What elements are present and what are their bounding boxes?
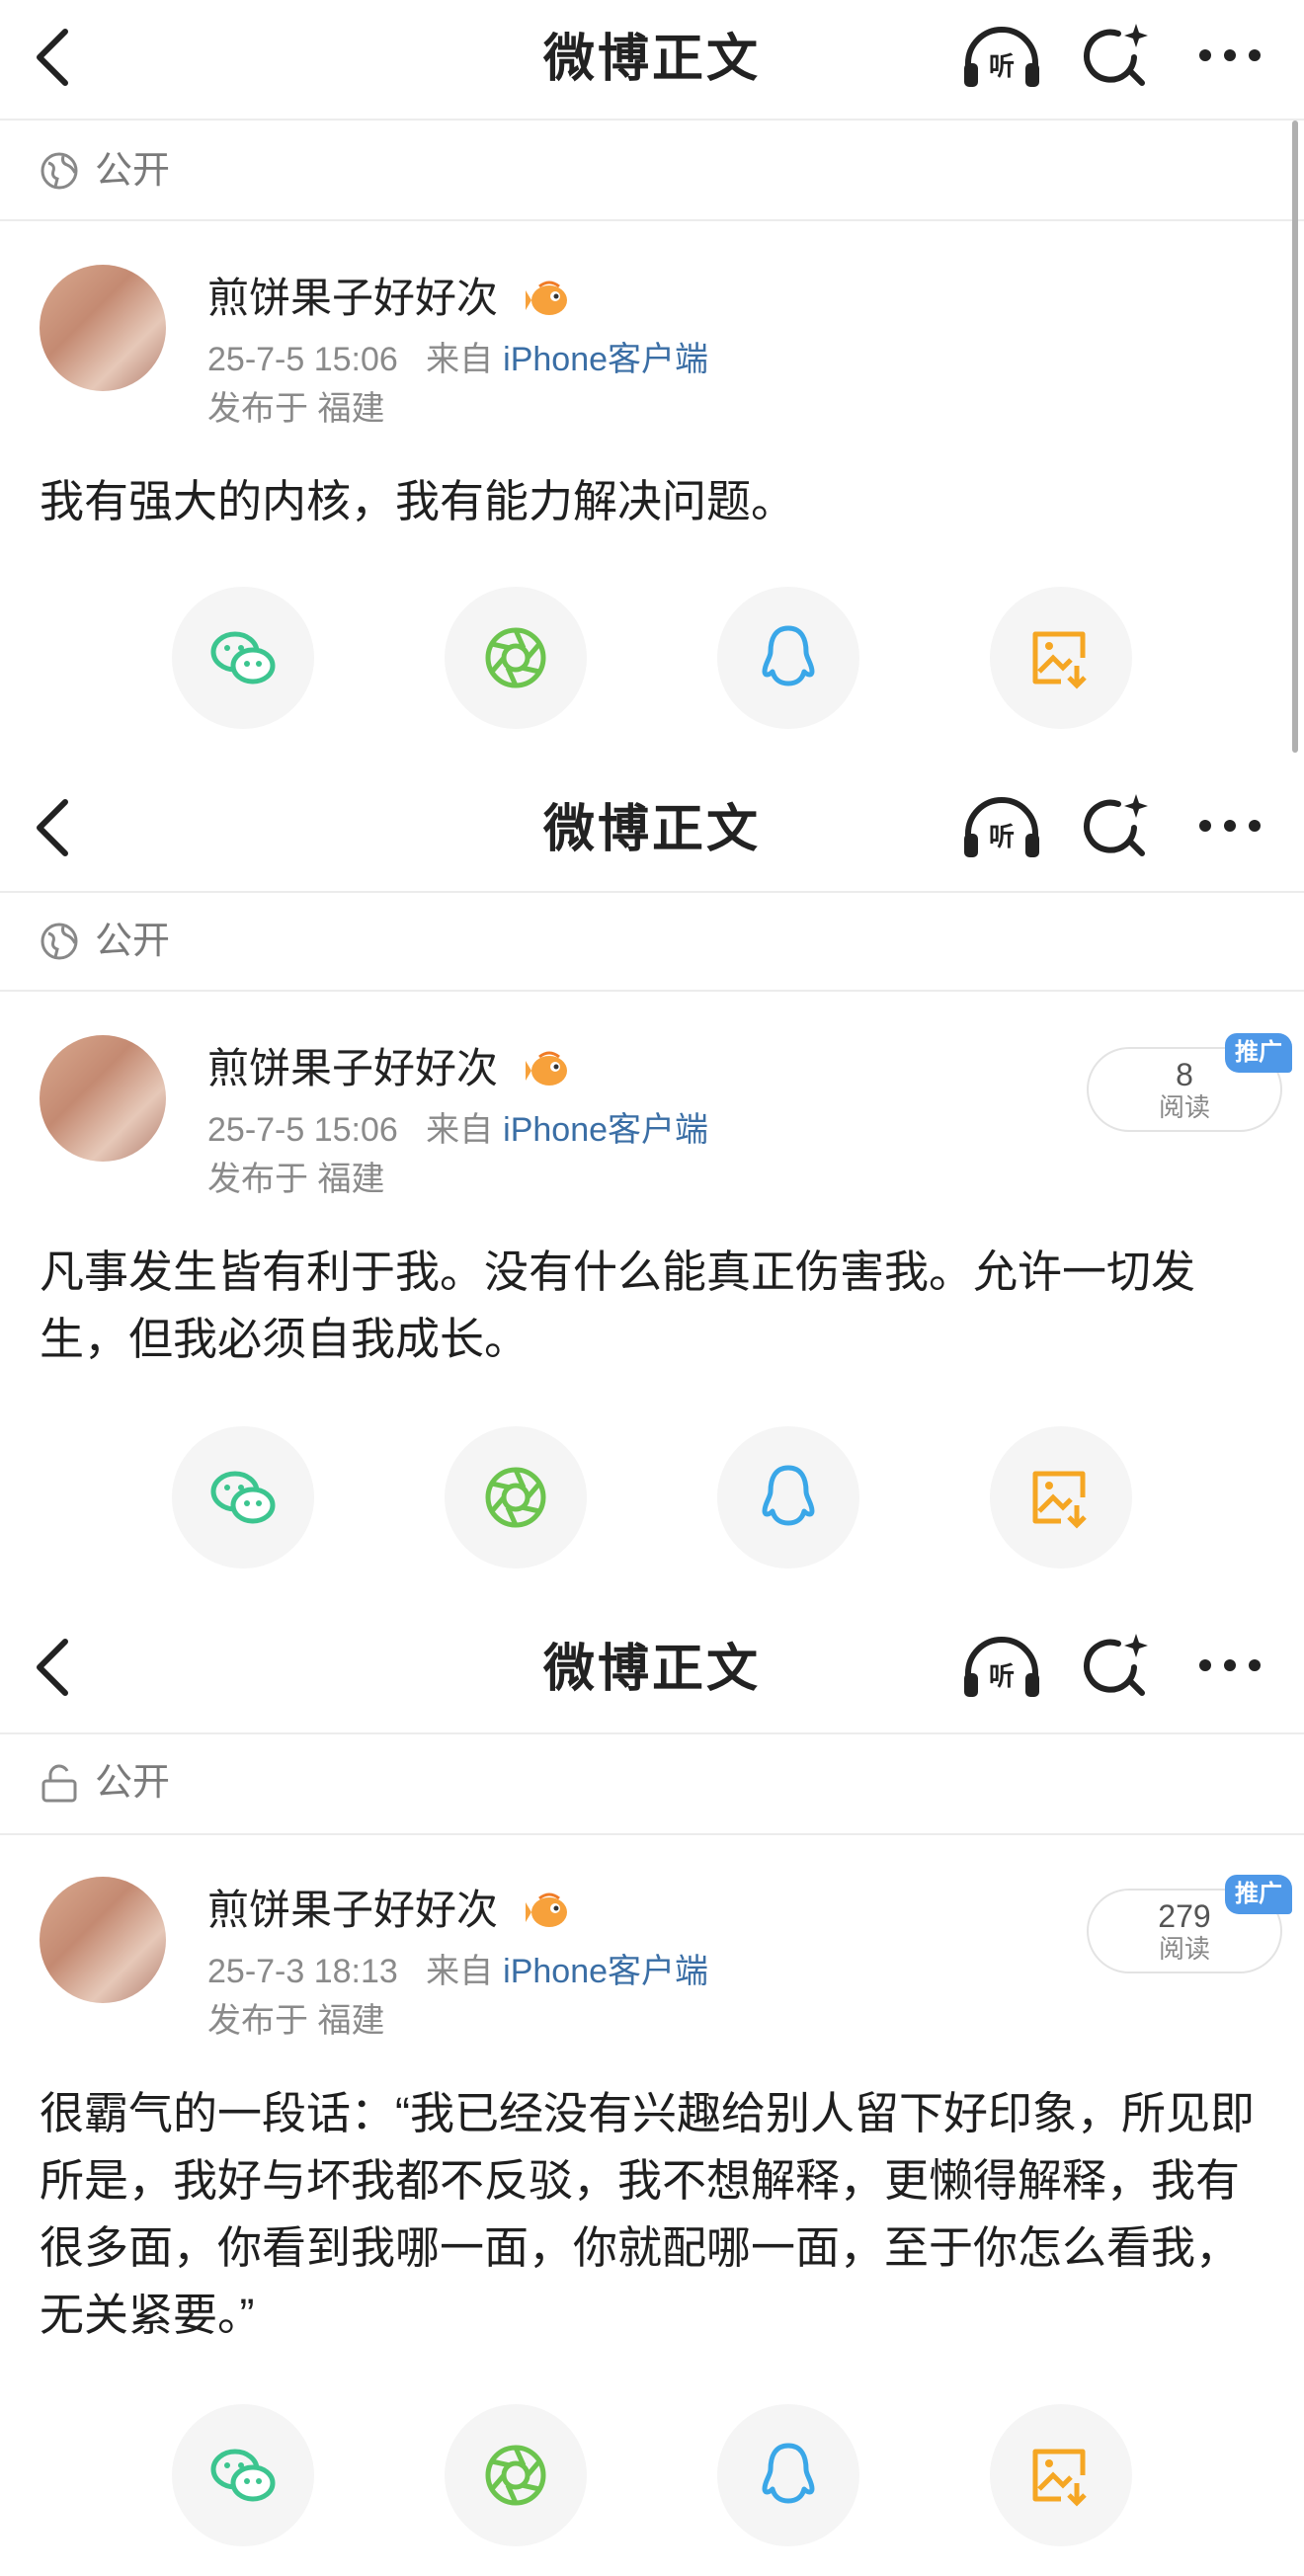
save-image-icon xyxy=(1032,1471,1087,1529)
post-from: 来自 xyxy=(426,341,494,378)
author-block: 煎饼果子好好次 25-7-3 18:13 来自 iPhone客户端 发布于 福建 … xyxy=(40,1875,1292,2064)
author-block: 煎饼果子好好次 25-7-5 15:06 来自 iPhone客户端 发布于 福建 xyxy=(40,265,1284,452)
read-label: 阅读 xyxy=(1158,1934,1210,1964)
listen-headphone-icon[interactable]: 听 xyxy=(960,794,1043,861)
vip-fish-badge-icon[interactable] xyxy=(526,1889,571,1932)
listen-label: 听 xyxy=(989,1662,1015,1692)
share-qq-button[interactable] xyxy=(717,2404,859,2546)
more-icon[interactable] xyxy=(1195,802,1264,849)
more-icon[interactable] xyxy=(1195,1642,1264,1689)
qq-icon xyxy=(762,1465,815,1526)
top-nav-bar: 微博正文 听 xyxy=(0,1610,1304,1729)
author-name[interactable]: 煎饼果子好好次 xyxy=(207,1883,498,1938)
post-text: 很霸气的一段话：“我已经没有兴趣给别人留下好印象，所见即所是，我好与坏我都不反驳… xyxy=(40,2088,1255,2340)
save-image-icon xyxy=(1032,2449,1087,2507)
share-qq-button[interactable] xyxy=(717,1426,859,1569)
post-source[interactable]: iPhone客户端 xyxy=(503,341,708,378)
ai-search-icon[interactable] xyxy=(1083,792,1150,859)
save-image-icon xyxy=(1032,631,1087,689)
share-wechat-button[interactable] xyxy=(172,1426,314,1569)
author-block: 煎饼果子好好次 25-7-5 15:06 来自 iPhone客户端 发布于 福建 … xyxy=(40,1033,1292,1223)
share-row xyxy=(0,1426,1304,1569)
post-source[interactable]: iPhone客户端 xyxy=(503,1953,708,1990)
globe-icon xyxy=(41,923,78,960)
visibility-row: 公开 xyxy=(40,146,336,196)
avatar[interactable] xyxy=(40,265,166,391)
save-image-button[interactable] xyxy=(990,1426,1132,1569)
share-wechat-button[interactable] xyxy=(172,587,314,729)
globe-icon xyxy=(41,152,78,190)
qq-icon xyxy=(762,625,815,686)
wechat-icon xyxy=(210,1471,276,1524)
promote-tag[interactable]: 推广 xyxy=(1225,1875,1292,1914)
visibility-label: 公开 xyxy=(95,921,171,962)
save-image-button[interactable] xyxy=(990,2404,1132,2546)
post-text: 我有强大的内核，我有能力解决问题。 xyxy=(40,476,796,526)
promote-tag[interactable]: 推广 xyxy=(1225,1033,1292,1073)
visibility-row: 公开 xyxy=(40,1758,336,1808)
visibility-row: 公开 xyxy=(40,917,336,966)
top-nav-bar: 微博正文 听 xyxy=(0,0,1304,119)
post-meta: 25-7-5 15:06 来自 iPhone客户端 xyxy=(207,1108,708,1152)
post-from: 来自 xyxy=(426,1111,494,1149)
scrollbar[interactable] xyxy=(1292,121,1298,753)
share-qq-button[interactable] xyxy=(717,587,859,729)
divider xyxy=(0,990,1304,992)
divider xyxy=(0,1833,1304,1835)
ai-search-icon[interactable] xyxy=(1083,22,1150,89)
unlock-icon xyxy=(41,1764,77,1803)
share-moments-button[interactable] xyxy=(445,587,587,729)
moments-icon xyxy=(485,627,546,688)
ai-search-icon[interactable] xyxy=(1083,1632,1150,1699)
share-moments-button[interactable] xyxy=(445,2404,587,2546)
listen-label: 听 xyxy=(989,52,1015,82)
visibility-label: 公开 xyxy=(95,1762,171,1804)
divider xyxy=(0,1732,1304,1734)
post-time: 25-7-3 18:13 xyxy=(207,1953,398,1990)
qq-icon xyxy=(762,2443,815,2504)
share-moments-button[interactable] xyxy=(445,1426,587,1569)
post-panel-2: 微博正文 听 公开 煎饼果子好好次 25-7-5 15:06 来自 iPhone客… xyxy=(0,770,1304,1610)
avatar[interactable] xyxy=(40,1035,166,1162)
vip-fish-badge-icon[interactable] xyxy=(526,277,571,320)
post-meta: 25-7-3 18:13 来自 iPhone客户端 xyxy=(207,1950,708,1993)
author-name[interactable]: 煎饼果子好好次 xyxy=(207,1041,498,1096)
read-count-badge[interactable]: 8 阅读 推广 xyxy=(1087,1033,1292,1132)
read-count-badge[interactable]: 279 阅读 推广 xyxy=(1087,1875,1292,1973)
divider xyxy=(0,219,1304,221)
post-meta: 25-7-5 15:06 来自 iPhone客户端 xyxy=(207,338,708,381)
author-name[interactable]: 煎饼果子好好次 xyxy=(207,271,498,326)
moments-icon xyxy=(485,2445,546,2506)
share-row xyxy=(0,587,1304,729)
post-location: 发布于 福建 xyxy=(207,2002,385,2040)
post-time: 25-7-5 15:06 xyxy=(207,1111,398,1149)
wechat-icon xyxy=(210,631,276,684)
post-panel-1: 微博正文 听 公开 煎饼果子好好次 25-7-5 15:06 来自 iPhone客… xyxy=(0,0,1304,770)
save-image-button[interactable] xyxy=(990,587,1132,729)
share-wechat-button[interactable] xyxy=(172,2404,314,2546)
read-label: 阅读 xyxy=(1158,1092,1210,1122)
more-icon[interactable] xyxy=(1195,32,1264,79)
listen-headphone-icon[interactable]: 听 xyxy=(960,1634,1043,1701)
listen-label: 听 xyxy=(989,823,1015,852)
post-location: 发布于 福建 xyxy=(207,1161,385,1198)
post-from: 来自 xyxy=(426,1953,494,1990)
moments-icon xyxy=(485,1467,546,1528)
visibility-label: 公开 xyxy=(95,150,171,192)
post-panel-3: 微博正文 听 公开 煎饼果子好好次 25-7-3 18:13 来自 iPhone客… xyxy=(0,1610,1304,2576)
top-nav-bar: 微博正文 听 xyxy=(0,770,1304,889)
post-location: 发布于 福建 xyxy=(207,390,385,428)
share-row xyxy=(0,2404,1304,2546)
post-time: 25-7-5 15:06 xyxy=(207,341,398,378)
divider xyxy=(0,119,1304,121)
wechat-icon xyxy=(210,2449,276,2502)
listen-headphone-icon[interactable]: 听 xyxy=(960,24,1043,91)
vip-fish-badge-icon[interactable] xyxy=(526,1047,571,1090)
post-text: 凡事发生皆有利于我。没有什么能真正伤害我。允许一切发生，但我必须自我成长。 xyxy=(40,1247,1196,1364)
divider xyxy=(0,891,1304,893)
avatar[interactable] xyxy=(40,1877,166,2003)
post-source[interactable]: iPhone客户端 xyxy=(503,1111,708,1149)
